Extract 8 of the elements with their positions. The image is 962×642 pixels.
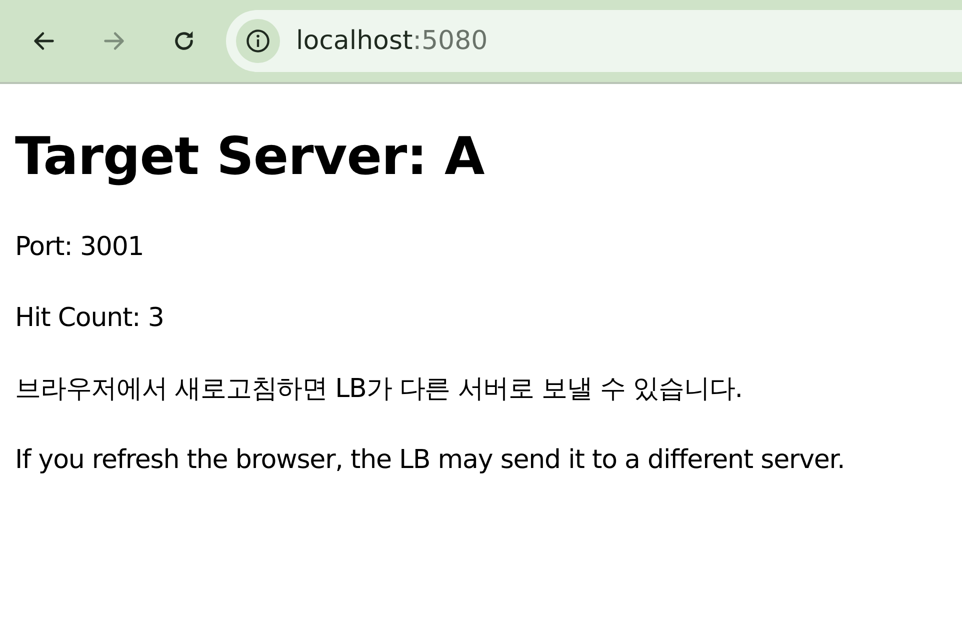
address-bar[interactable]: localhost:5080 [226, 10, 962, 72]
body-text: If you refresh the browser, the LB may send it to a different server. [15, 445, 846, 476]
body-text: Port: 3001 [15, 232, 145, 264]
url-text: localhost:5080 [296, 26, 488, 56]
body-text: Hit Count: 3 [15, 303, 165, 334]
info-icon[interactable] [236, 19, 280, 63]
page-heading: Target Server: A [15, 126, 486, 188]
body-text: 브라우저에서 새로고침하면 LB가 다른 서버로 보낼 수 있습니다. [15, 374, 744, 406]
